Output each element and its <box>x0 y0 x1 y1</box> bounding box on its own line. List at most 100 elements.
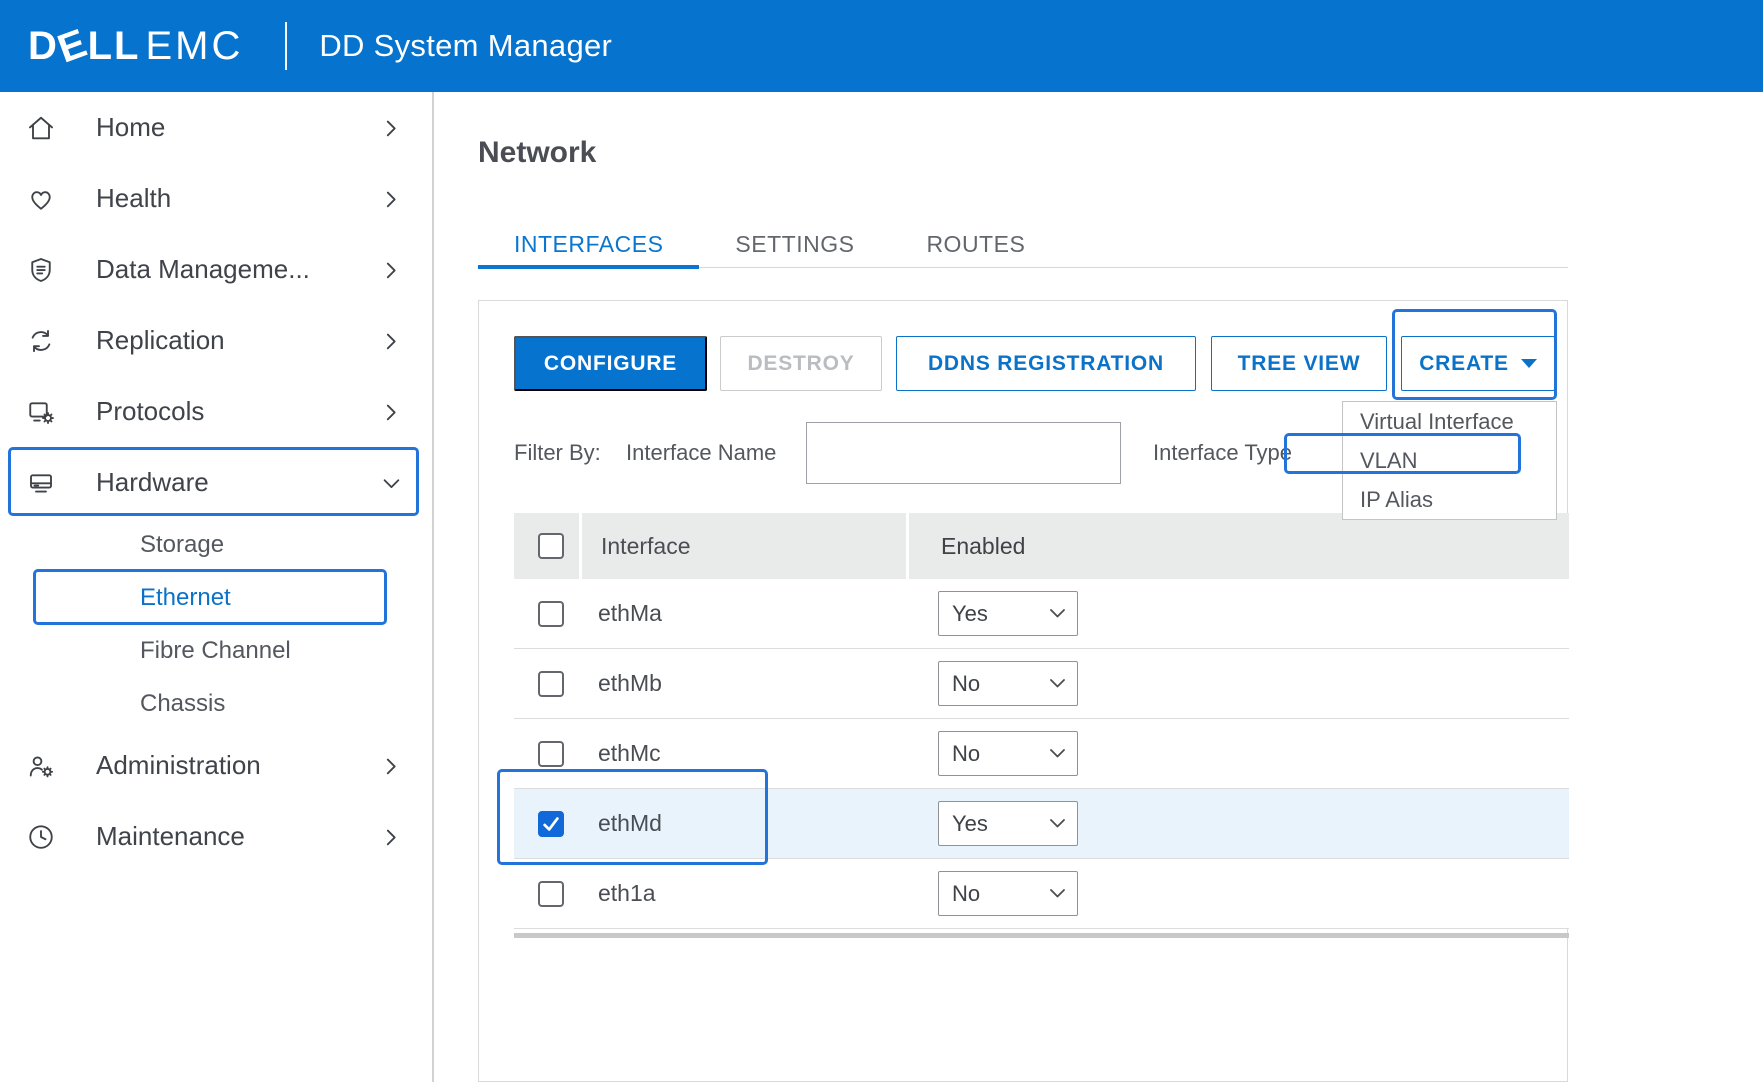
interface-name: ethMb <box>579 670 906 697</box>
row-checkbox[interactable] <box>538 601 564 627</box>
sidebar-item-home[interactable]: Home <box>0 92 432 163</box>
select-all-checkbox[interactable] <box>538 533 564 559</box>
interface-name: ethMd <box>579 810 906 837</box>
sidebar-item-label: Maintenance <box>96 821 245 852</box>
tab-routes[interactable]: ROUTES <box>890 222 1061 267</box>
chevron-down-icon <box>1050 889 1065 898</box>
sidebar-item-label: Administration <box>96 750 261 781</box>
sidebar-subitem-label: Fibre Channel <box>140 637 291 665</box>
enabled-select[interactable]: Yes <box>938 591 1078 636</box>
filter-by-label: Filter By: <box>514 440 601 466</box>
enabled-select[interactable]: No <box>938 871 1078 916</box>
chevron-down-icon <box>380 472 402 494</box>
protocols-icon <box>26 397 56 427</box>
sidebar-item-hardware[interactable]: Hardware <box>0 447 432 518</box>
dell-wordmark: DELL <box>28 24 140 69</box>
create-button[interactable]: CREATE <box>1401 336 1555 391</box>
enabled-cell: No <box>906 731 1569 776</box>
row-checkbox[interactable] <box>538 881 564 907</box>
menu-item-label: VLAN <box>1360 448 1417 474</box>
chevron-down-icon <box>1050 749 1065 758</box>
interface-name-label: Interface Name <box>626 440 776 466</box>
table-row-ethMc: ethMc No <box>514 719 1569 789</box>
enabled-cell: No <box>906 661 1569 706</box>
chevron-right-icon <box>380 330 402 352</box>
enabled-select-value: No <box>952 881 980 907</box>
checkbox-cell <box>514 601 579 627</box>
dell-emc-logo: DELL EMC <box>28 24 243 69</box>
configure-button[interactable]: CONFIGURE <box>514 336 707 391</box>
sidebar-item-chassis[interactable]: Chassis <box>0 677 432 730</box>
tab-settings[interactable]: SETTINGS <box>699 222 890 267</box>
checkbox-cell <box>514 671 579 697</box>
sidebar-item-health[interactable]: Health <box>0 163 432 234</box>
app-title: DD System Manager <box>319 28 612 64</box>
sidebar-item-protocols[interactable]: Protocols <box>0 376 432 447</box>
menu-item-ip-alias[interactable]: IP Alias <box>1343 480 1556 519</box>
tab-interfaces[interactable]: INTERFACES <box>478 222 699 267</box>
sidebar-item-storage[interactable]: Storage <box>0 518 432 571</box>
sidebar-item-label: Home <box>96 112 165 143</box>
tree-view-button-label: TREE VIEW <box>1238 352 1361 376</box>
row-checkbox[interactable] <box>538 741 564 767</box>
table-row-ethMa: ethMa Yes <box>514 579 1569 649</box>
column-header-interface: Interface <box>579 513 906 579</box>
sidebar-item-label: Data Manageme... <box>96 254 310 285</box>
heart-icon <box>26 184 56 214</box>
create-button-label: CREATE <box>1419 352 1509 376</box>
app-header: DELL EMC DD System Manager <box>0 0 1763 92</box>
enabled-cell: Yes <box>906 801 1569 846</box>
header-divider <box>285 22 287 70</box>
configure-button-label: CONFIGURE <box>544 352 677 376</box>
sidebar-item-fibre-channel[interactable]: Fibre Channel <box>0 624 432 677</box>
enabled-select[interactable]: No <box>938 731 1078 776</box>
emc-wordmark: EMC <box>145 24 243 69</box>
main-content: Network INTERFACES SETTINGS ROUTES CONFI… <box>436 92 1763 1082</box>
sidebar-subitem-label: Storage <box>140 531 224 559</box>
menu-item-label: Virtual Interface <box>1360 409 1514 435</box>
hardware-icon <box>26 468 56 498</box>
sidebar-item-maintenance[interactable]: Maintenance <box>0 801 432 872</box>
ddns-registration-button[interactable]: DDNS REGISTRATION <box>896 336 1196 391</box>
column-header-enabled: Enabled <box>906 513 1569 579</box>
destroy-button-label: DESTROY <box>747 352 854 376</box>
tab-bar: INTERFACES SETTINGS ROUTES <box>478 222 1568 268</box>
tab-label: ROUTES <box>926 231 1025 258</box>
enabled-select-value: Yes <box>952 811 988 837</box>
tree-view-button[interactable]: TREE VIEW <box>1211 336 1387 391</box>
row-checkbox[interactable] <box>538 811 564 837</box>
chevron-right-icon <box>380 117 402 139</box>
create-dropdown-menu: Virtual Interface VLAN IP Alias <box>1342 401 1557 520</box>
enabled-select-value: No <box>952 741 980 767</box>
sidebar-item-label: Protocols <box>96 396 204 427</box>
sidebar-item-data-management[interactable]: Data Manageme... <box>0 234 432 305</box>
clock-icon <box>26 822 56 852</box>
chevron-down-icon <box>1050 609 1065 618</box>
chevron-right-icon <box>380 259 402 281</box>
sidebar-subitem-label: Ethernet <box>140 584 231 612</box>
sidebar-item-replication[interactable]: Replication <box>0 305 432 376</box>
tab-label: SETTINGS <box>735 231 854 258</box>
table-header-row: Interface Enabled <box>514 513 1569 579</box>
interface-name-input[interactable] <box>806 422 1121 484</box>
menu-item-virtual-interface[interactable]: Virtual Interface <box>1343 402 1556 441</box>
checkbox-cell <box>514 811 579 837</box>
enabled-select[interactable]: Yes <box>938 801 1078 846</box>
row-checkbox[interactable] <box>538 671 564 697</box>
destroy-button[interactable]: DESTROY <box>720 336 882 391</box>
sidebar-subitem-label: Chassis <box>140 690 225 718</box>
interfaces-table: Interface Enabled ethMa Yes <box>514 513 1569 929</box>
chevron-down-icon <box>1050 679 1065 688</box>
checkbox-cell <box>514 881 579 907</box>
enabled-select[interactable]: No <box>938 661 1078 706</box>
interface-name: ethMa <box>579 600 906 627</box>
horizontal-scrollbar-track[interactable] <box>514 933 1569 938</box>
shield-icon <box>26 255 56 285</box>
menu-item-vlan[interactable]: VLAN <box>1343 441 1556 480</box>
chevron-down-icon <box>1050 819 1065 828</box>
interface-type-label: Interface Type <box>1153 440 1292 466</box>
sidebar-item-administration[interactable]: Administration <box>0 730 432 801</box>
sidebar-item-ethernet[interactable]: Ethernet <box>0 571 432 624</box>
enabled-cell: Yes <box>906 591 1569 636</box>
menu-item-label: IP Alias <box>1360 487 1433 513</box>
